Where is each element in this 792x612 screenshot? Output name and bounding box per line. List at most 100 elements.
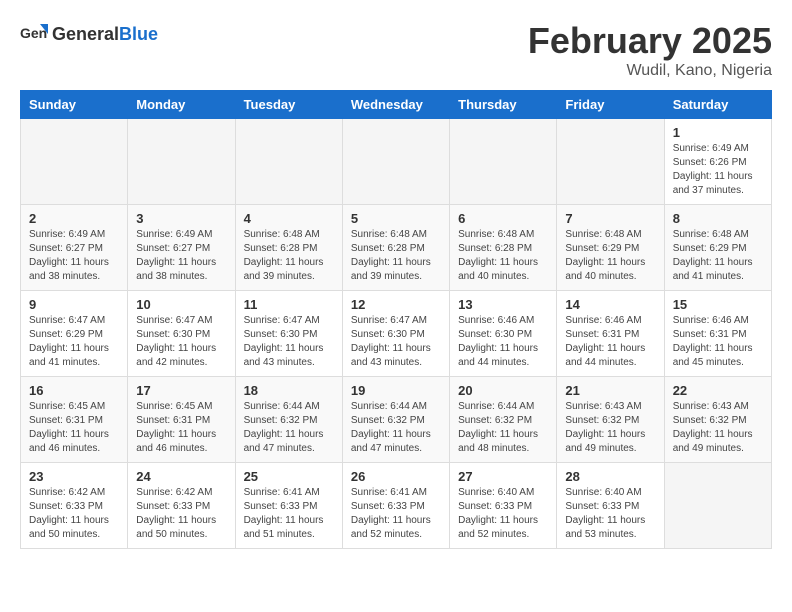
day-number: 20: [458, 383, 548, 398]
day-info: Sunrise: 6:40 AM Sunset: 6:33 PM Dayligh…: [565, 486, 655, 542]
day-number: 2: [29, 211, 119, 226]
calendar-cell: 28 Sunrise: 6:40 AM Sunset: 6:33 PM Dayli…: [557, 463, 664, 549]
calendar-cell: 2 Sunrise: 6:49 AM Sunset: 6:27 PM Daylig…: [21, 205, 128, 291]
day-info: Sunrise: 6:40 AM Sunset: 6:33 PM Dayligh…: [458, 486, 548, 542]
day-number: 17: [136, 383, 226, 398]
day-info: Sunrise: 6:45 AM Sunset: 6:31 PM Dayligh…: [29, 400, 119, 456]
calendar-cell: 23Sunrise: 6:42 AM Sunset: 6:33 PM Dayli…: [21, 463, 128, 549]
weekday-header-thursday: Thursday: [450, 91, 557, 119]
day-info: Sunrise: 6:48 AM Sunset: 6:28 PM Dayligh…: [351, 228, 441, 284]
day-number: 5: [351, 211, 441, 226]
calendar-cell: 1Sunrise: 6:49 AM Sunset: 6:26 PM Daylig…: [664, 119, 771, 205]
day-number: 13: [458, 297, 548, 312]
day-number: 4: [244, 211, 334, 226]
day-number: 15: [673, 297, 763, 312]
calendar-body: 1Sunrise: 6:49 AM Sunset: 6:26 PM Daylig…: [21, 119, 772, 549]
day-number: 8: [673, 211, 763, 226]
calendar-cell: [557, 119, 664, 205]
day-number: 6: [458, 211, 548, 226]
day-info: Sunrise: 6:42 AM Sunset: 6:33 PM Dayligh…: [136, 486, 226, 542]
weekday-header-tuesday: Tuesday: [235, 91, 342, 119]
day-number: 7: [565, 211, 655, 226]
calendar-week-3: 9 Sunrise: 6:47 AM Sunset: 6:29 PM Daylig…: [21, 291, 772, 377]
day-info: Sunrise: 6:41 AM Sunset: 6:33 PM Dayligh…: [244, 486, 334, 542]
day-info: Sunrise: 6:43 AM Sunset: 6:32 PM Dayligh…: [673, 400, 763, 456]
logo-blue: Blue: [119, 24, 158, 45]
logo: Gen General Blue: [20, 20, 158, 48]
day-info: Sunrise: 6:49 AM Sunset: 6:27 PM Dayligh…: [29, 228, 119, 284]
day-info: Sunrise: 6:44 AM Sunset: 6:32 PM Dayligh…: [351, 400, 441, 456]
calendar-cell: 10 Sunrise: 6:47 AM Sunset: 6:30 PM Dayli…: [128, 291, 235, 377]
calendar-cell: 16 Sunrise: 6:45 AM Sunset: 6:31 PM Dayli…: [21, 377, 128, 463]
day-info: Sunrise: 6:48 AM Sunset: 6:29 PM Dayligh…: [565, 228, 655, 284]
day-info: Sunrise: 6:46 AM Sunset: 6:30 PM Dayligh…: [458, 314, 548, 370]
calendar-cell: 6 Sunrise: 6:48 AM Sunset: 6:28 PM Daylig…: [450, 205, 557, 291]
calendar-table: SundayMondayTuesdayWednesdayThursdayFrid…: [20, 90, 772, 549]
calendar-cell: 25 Sunrise: 6:41 AM Sunset: 6:33 PM Dayli…: [235, 463, 342, 549]
day-number: 10: [136, 297, 226, 312]
day-number: 11: [244, 297, 334, 312]
calendar-week-2: 2 Sunrise: 6:49 AM Sunset: 6:27 PM Daylig…: [21, 205, 772, 291]
day-info: Sunrise: 6:43 AM Sunset: 6:32 PM Dayligh…: [565, 400, 655, 456]
day-info: Sunrise: 6:47 AM Sunset: 6:30 PM Dayligh…: [136, 314, 226, 370]
calendar-cell: 27Sunrise: 6:40 AM Sunset: 6:33 PM Dayli…: [450, 463, 557, 549]
calendar-week-5: 23Sunrise: 6:42 AM Sunset: 6:33 PM Dayli…: [21, 463, 772, 549]
calendar-cell: 19 Sunrise: 6:44 AM Sunset: 6:32 PM Dayli…: [342, 377, 449, 463]
calendar-cell: 12 Sunrise: 6:47 AM Sunset: 6:30 PM Dayli…: [342, 291, 449, 377]
day-info: Sunrise: 6:46 AM Sunset: 6:31 PM Dayligh…: [673, 314, 763, 370]
day-number: 16: [29, 383, 119, 398]
weekday-header-monday: Monday: [128, 91, 235, 119]
calendar-cell: 4 Sunrise: 6:48 AM Sunset: 6:28 PM Daylig…: [235, 205, 342, 291]
day-number: 12: [351, 297, 441, 312]
day-number: 19: [351, 383, 441, 398]
calendar-cell: 9 Sunrise: 6:47 AM Sunset: 6:29 PM Daylig…: [21, 291, 128, 377]
calendar-cell: [664, 463, 771, 549]
calendar-week-4: 16 Sunrise: 6:45 AM Sunset: 6:31 PM Dayli…: [21, 377, 772, 463]
calendar-cell: 14Sunrise: 6:46 AM Sunset: 6:31 PM Dayli…: [557, 291, 664, 377]
calendar-cell: 18Sunrise: 6:44 AM Sunset: 6:32 PM Dayli…: [235, 377, 342, 463]
day-number: 1: [673, 125, 763, 140]
calendar-title: February 2025: [528, 20, 772, 62]
day-info: Sunrise: 6:48 AM Sunset: 6:28 PM Dayligh…: [244, 228, 334, 284]
day-info: Sunrise: 6:41 AM Sunset: 6:33 PM Dayligh…: [351, 486, 441, 542]
calendar-week-1: 1Sunrise: 6:49 AM Sunset: 6:26 PM Daylig…: [21, 119, 772, 205]
day-number: 21: [565, 383, 655, 398]
calendar-cell: 24 Sunrise: 6:42 AM Sunset: 6:33 PM Dayli…: [128, 463, 235, 549]
calendar-cell: [235, 119, 342, 205]
day-info: Sunrise: 6:47 AM Sunset: 6:30 PM Dayligh…: [244, 314, 334, 370]
day-info: Sunrise: 6:48 AM Sunset: 6:28 PM Dayligh…: [458, 228, 548, 284]
day-info: Sunrise: 6:48 AM Sunset: 6:29 PM Dayligh…: [673, 228, 763, 284]
day-number: 9: [29, 297, 119, 312]
logo-general: General: [52, 24, 119, 45]
day-number: 28: [565, 469, 655, 484]
calendar-cell: 5 Sunrise: 6:48 AM Sunset: 6:28 PM Daylig…: [342, 205, 449, 291]
calendar-cell: 11 Sunrise: 6:47 AM Sunset: 6:30 PM Dayli…: [235, 291, 342, 377]
calendar-cell: 13 Sunrise: 6:46 AM Sunset: 6:30 PM Dayli…: [450, 291, 557, 377]
weekday-header-row: SundayMondayTuesdayWednesdayThursdayFrid…: [21, 91, 772, 119]
header: Gen General Blue February 2025 Wudil, Ka…: [20, 20, 772, 80]
day-info: Sunrise: 6:46 AM Sunset: 6:31 PM Dayligh…: [565, 314, 655, 370]
day-number: 24: [136, 469, 226, 484]
weekday-header-wednesday: Wednesday: [342, 91, 449, 119]
calendar-cell: 8 Sunrise: 6:48 AM Sunset: 6:29 PM Daylig…: [664, 205, 771, 291]
calendar-cell: 26Sunrise: 6:41 AM Sunset: 6:33 PM Dayli…: [342, 463, 449, 549]
day-info: Sunrise: 6:47 AM Sunset: 6:30 PM Dayligh…: [351, 314, 441, 370]
calendar-cell: [128, 119, 235, 205]
day-info: Sunrise: 6:47 AM Sunset: 6:29 PM Dayligh…: [29, 314, 119, 370]
calendar-cell: [21, 119, 128, 205]
day-info: Sunrise: 6:45 AM Sunset: 6:31 PM Dayligh…: [136, 400, 226, 456]
weekday-header-sunday: Sunday: [21, 91, 128, 119]
weekday-header-friday: Friday: [557, 91, 664, 119]
day-number: 18: [244, 383, 334, 398]
calendar-cell: 15 Sunrise: 6:46 AM Sunset: 6:31 PM Dayli…: [664, 291, 771, 377]
calendar-cell: 3 Sunrise: 6:49 AM Sunset: 6:27 PM Daylig…: [128, 205, 235, 291]
calendar-cell: 21 Sunrise: 6:43 AM Sunset: 6:32 PM Dayli…: [557, 377, 664, 463]
day-number: 3: [136, 211, 226, 226]
day-number: 25: [244, 469, 334, 484]
weekday-header-saturday: Saturday: [664, 91, 771, 119]
calendar-subtitle: Wudil, Kano, Nigeria: [528, 62, 772, 80]
calendar-cell: 17 Sunrise: 6:45 AM Sunset: 6:31 PM Dayli…: [128, 377, 235, 463]
calendar-cell: 7 Sunrise: 6:48 AM Sunset: 6:29 PM Daylig…: [557, 205, 664, 291]
day-info: Sunrise: 6:49 AM Sunset: 6:27 PM Dayligh…: [136, 228, 226, 284]
calendar-cell: [342, 119, 449, 205]
